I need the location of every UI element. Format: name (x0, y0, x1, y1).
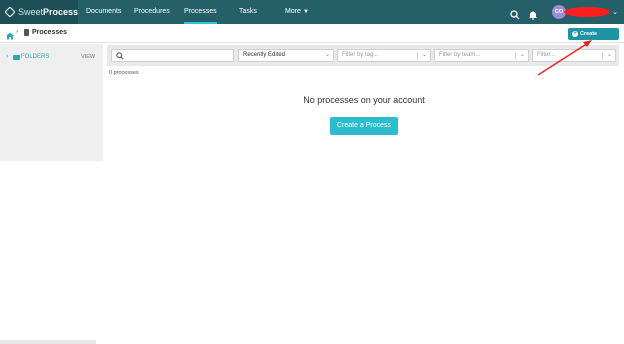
create-a-process-button[interactable]: Create a Process (330, 117, 398, 135)
app-page: SweetProcess Documents Procedures Proces… (0, 0, 624, 344)
chevron-right-icon: › (6, 53, 9, 60)
chevron-down-icon: ⌄ (324, 52, 330, 58)
sidebar: › FOLDERS VIEW (0, 44, 103, 161)
team-filter-placeholder: Filter by team... (439, 52, 481, 58)
view-link[interactable]: VIEW (81, 54, 95, 60)
brand-name-bold: Process (42, 7, 78, 17)
empty-state-message: No processes on your account (303, 95, 425, 105)
tag-filter-placeholder: Filter by tag... (342, 52, 379, 58)
top-navigation-bar: SweetProcess Documents Procedures Proces… (0, 0, 624, 24)
nav-procedures[interactable]: Procedures (134, 0, 170, 24)
breadcrumb: › Processes (0, 24, 624, 43)
sort-select[interactable]: Recently Edited ⌄ (238, 49, 334, 62)
chevron-down-icon: ⌄ (606, 52, 612, 58)
process-icon (24, 29, 29, 36)
search-field[interactable] (111, 49, 234, 62)
status-filter-select[interactable]: Filter... ⌄ (532, 49, 616, 62)
bell-icon[interactable] (528, 7, 538, 20)
create-process-button[interactable]: + Create Process (568, 28, 619, 49)
nav-more-label: More (285, 8, 301, 15)
folders-toggle[interactable]: › FOLDERS VIEW (6, 53, 96, 63)
home-icon[interactable] (5, 28, 15, 40)
search-input[interactable] (126, 50, 232, 61)
search-icon[interactable] (510, 7, 520, 20)
plus-circle-icon: + (572, 31, 578, 37)
process-count: 0 processes (109, 70, 139, 76)
page-title: Processes (32, 29, 68, 36)
redacted-user-name (564, 7, 610, 17)
filter-bar: Recently Edited ⌄ Filter by tag... ⌄ Fil… (107, 45, 619, 66)
search-icon (116, 52, 124, 60)
nav-processes[interactable]: Processes (184, 0, 217, 24)
chevron-down-icon: ⌄ (421, 52, 427, 58)
tag-filter-select[interactable]: Filter by tag... ⌄ (337, 49, 431, 62)
brand-name-light: Sweet (17, 7, 43, 17)
sort-select-value: Recently Edited (243, 52, 286, 58)
nav-more[interactable]: More ▼ (285, 0, 309, 24)
chevron-right-icon: › (16, 29, 18, 35)
folders-label: FOLDERS (21, 54, 50, 60)
chevron-down-icon: ⌄ (519, 52, 525, 58)
status-strip (0, 340, 96, 344)
folder-icon (13, 55, 20, 60)
chevron-down-icon: ▼ (302, 9, 309, 15)
brand-logo[interactable]: SweetProcess (0, 0, 78, 24)
nav-tasks[interactable]: Tasks (239, 0, 257, 24)
logo-icon (4, 6, 16, 18)
status-filter-placeholder: Filter... (537, 52, 556, 58)
nav-documents[interactable]: Documents (86, 0, 121, 24)
user-menu-chevron-icon[interactable]: ⌄ (612, 8, 618, 16)
team-filter-select[interactable]: Filter by team... ⌄ (434, 49, 529, 62)
